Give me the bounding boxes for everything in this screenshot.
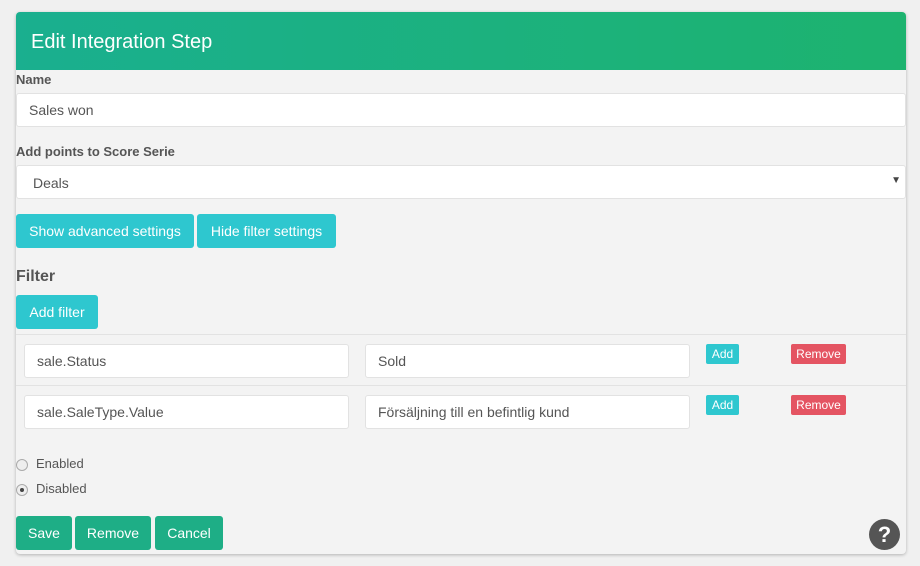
dropdown-arrow-icon: ▼ (891, 175, 901, 186)
filter-value-input[interactable] (365, 395, 690, 429)
score-serie-value: Deals (33, 175, 69, 191)
filter-heading: Filter (16, 268, 56, 285)
hide-filter-settings-button[interactable]: Hide filter settings (197, 214, 336, 248)
filter-add-button[interactable]: Add (706, 344, 739, 364)
enabled-label: Enabled (36, 456, 84, 471)
name-input[interactable] (16, 93, 906, 127)
disabled-label: Disabled (36, 481, 87, 496)
filter-row: Add Remove (16, 385, 906, 436)
cancel-button[interactable]: Cancel (155, 516, 223, 550)
filter-field-input[interactable] (24, 344, 349, 378)
question-circle-icon[interactable]: ? (869, 519, 900, 550)
name-label: Name (16, 72, 52, 87)
disabled-radio[interactable] (16, 484, 28, 496)
edit-integration-dialog: Edit Integration Step Name Add points to… (16, 12, 906, 554)
enabled-radio[interactable] (16, 459, 28, 471)
score-serie-select[interactable]: Deals ▼ (16, 165, 906, 199)
filter-add-button[interactable]: Add (706, 395, 739, 415)
save-button[interactable]: Save (16, 516, 72, 550)
remove-button[interactable]: Remove (75, 516, 151, 550)
filter-row: Add Remove (16, 334, 906, 385)
show-advanced-settings-button[interactable]: Show advanced settings (16, 214, 194, 248)
filter-remove-button[interactable]: Remove (791, 395, 846, 415)
score-serie-label: Add points to Score Serie (16, 144, 175, 159)
filter-value-input[interactable] (365, 344, 690, 378)
add-filter-button[interactable]: Add filter (16, 295, 98, 329)
filter-remove-button[interactable]: Remove (791, 344, 846, 364)
dialog-header: Edit Integration Step (16, 12, 906, 70)
dialog-title: Edit Integration Step (31, 31, 213, 53)
filter-field-input[interactable] (24, 395, 349, 429)
